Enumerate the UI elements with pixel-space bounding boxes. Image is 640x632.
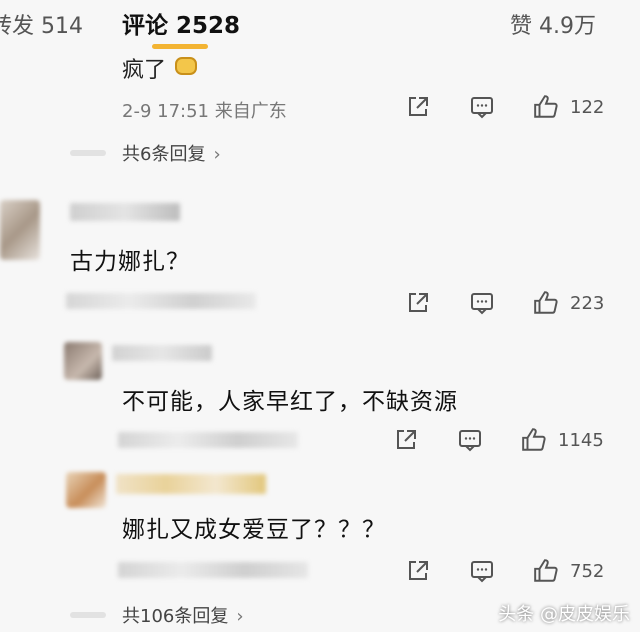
comment-text: 娜扎又成女爱豆了？？？ (122, 517, 386, 543)
thread-line (70, 612, 106, 618)
comment-text: 不可能，人家早红了，不缺资源 (122, 389, 458, 415)
view-replies-link[interactable]: 共6条回复 › (122, 140, 221, 166)
tab-likes[interactable]: 赞 4.9万 (510, 8, 596, 40)
replies-label: 共6条回复 (122, 144, 206, 165)
comment-icon[interactable] (468, 557, 496, 585)
tab-comments[interactable]: 评论 2528 (122, 6, 240, 40)
chevron-right-icon: › (236, 606, 244, 627)
username-obscured[interactable] (70, 203, 180, 221)
like-count: 1145 (558, 430, 604, 451)
avatar[interactable] (0, 200, 40, 260)
laughing-emoji-icon (175, 57, 197, 75)
comment-tabs: 转发 514 评论 2528 赞 4.9万 (0, 0, 640, 50)
share-icon[interactable] (392, 426, 420, 454)
view-replies-link[interactable]: 共106条回复 › (122, 602, 244, 628)
comment-text: 疯了 (122, 58, 167, 83)
replies-label: 共106条回复 (122, 606, 229, 627)
avatar[interactable] (66, 472, 106, 508)
timestamp-obscured (118, 562, 308, 578)
share-icon[interactable] (404, 93, 432, 121)
timestamp-obscured (66, 293, 256, 309)
thumbs-up-icon[interactable] (532, 93, 560, 121)
comment-text: 古力娜扎？ (70, 249, 190, 275)
thread-line (70, 150, 106, 156)
comment-icon[interactable] (456, 426, 484, 454)
like-count: 223 (570, 293, 605, 314)
share-icon[interactable] (404, 289, 432, 317)
watermark: 头条 @皮皮娱乐 (498, 604, 630, 625)
username-obscured[interactable] (112, 345, 212, 361)
active-tab-indicator (152, 44, 208, 49)
thumbs-up-icon[interactable] (532, 557, 560, 585)
username-obscured[interactable] (116, 474, 266, 494)
tab-reposts[interactable]: 转发 514 (0, 8, 83, 40)
share-icon[interactable] (404, 557, 432, 585)
comment-icon[interactable] (468, 93, 496, 121)
avatar[interactable] (64, 342, 102, 380)
thumbs-up-icon[interactable] (532, 289, 560, 317)
like-count: 122 (570, 97, 605, 118)
thumbs-up-icon[interactable] (520, 426, 548, 454)
timestamp-obscured (118, 432, 298, 448)
comment-timestamp: 2-9 17:51 来自广东 (122, 101, 287, 122)
chevron-right-icon: › (213, 144, 221, 165)
like-count: 752 (570, 561, 605, 582)
comment-icon[interactable] (468, 289, 496, 317)
